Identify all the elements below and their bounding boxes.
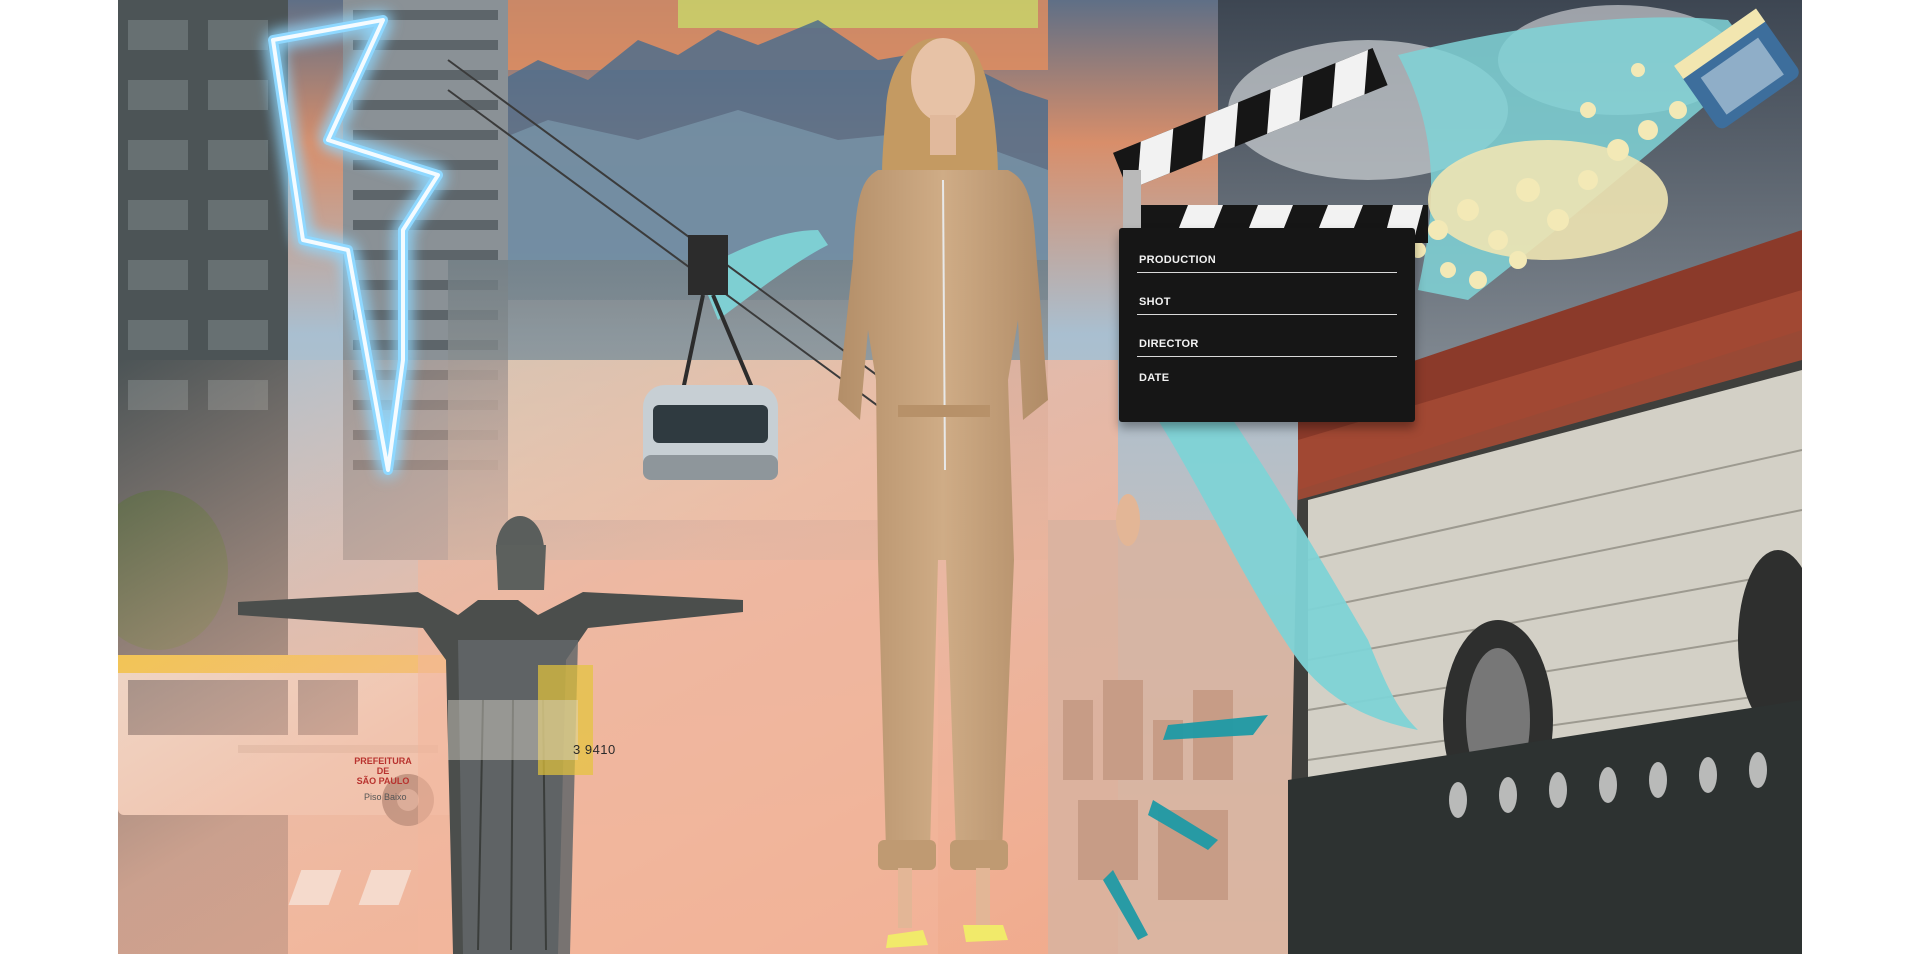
slate-label-director: DIRECTOR [1139, 338, 1199, 350]
bus-sign-sub: Piso Baixo [364, 792, 407, 802]
bus-number: 3 9410 [573, 742, 616, 757]
slate-row-date: DATE [1137, 354, 1397, 390]
clapperboard-board: PRODUCTION SHOT DIRECTOR DATE [1119, 228, 1415, 422]
collage-image: PRODUCTION SHOT DIRECTOR DATE 3 9410 PRE… [0, 0, 1920, 954]
bus-sign-line1: PREFEITURA DE [354, 756, 412, 776]
collage-artwork [118, 0, 1802, 954]
slate-row-director: DIRECTOR [1137, 320, 1397, 357]
slate-label-production: PRODUCTION [1139, 254, 1216, 266]
slate-row-production: PRODUCTION [1137, 236, 1397, 273]
bus-sign: PREFEITURA DE SÃO PAULO [350, 756, 416, 786]
slate-label-shot: SHOT [1139, 296, 1171, 308]
slate-label-date: DATE [1139, 372, 1170, 384]
collage-canvas: PRODUCTION SHOT DIRECTOR DATE 3 9410 PRE… [118, 0, 1802, 954]
slate-row-shot: SHOT [1137, 278, 1397, 315]
bus-sign-line2: SÃO PAULO [356, 776, 410, 786]
clapperboard-slate: PRODUCTION SHOT DIRECTOR DATE [993, 0, 1415, 422]
